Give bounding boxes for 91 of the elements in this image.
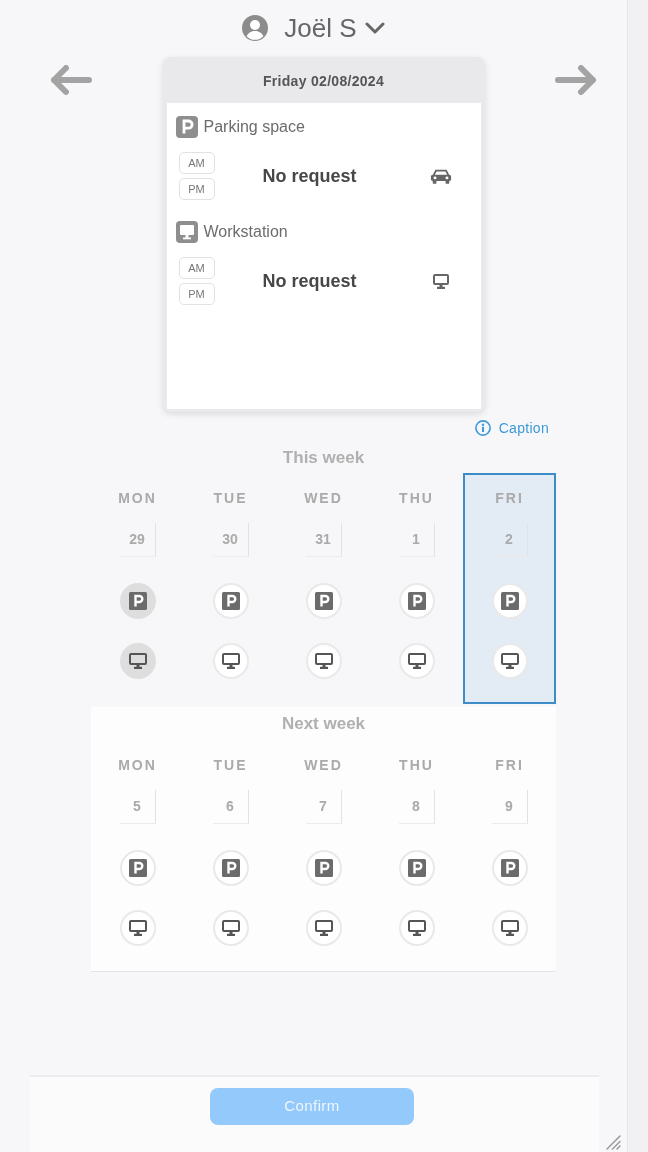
day-column[interactable]: THU 1 xyxy=(370,473,463,704)
day-label: WED xyxy=(304,756,343,774)
monitor-icon xyxy=(407,920,426,936)
parking-button[interactable] xyxy=(119,583,156,619)
monitor-icon xyxy=(128,653,147,669)
parking-button[interactable] xyxy=(491,583,528,619)
day-label: TUE xyxy=(213,756,248,774)
monitor-icon xyxy=(221,920,240,936)
date-number: 9 xyxy=(491,790,528,824)
date-number: 31 xyxy=(305,523,342,557)
info-icon xyxy=(474,420,491,436)
day-label: FRI xyxy=(495,756,524,774)
status-text: No request xyxy=(262,164,357,188)
resize-grip-icon[interactable] xyxy=(603,1132,621,1150)
parking-icon xyxy=(500,859,519,877)
caption-link[interactable]: Caption xyxy=(474,417,549,439)
slot-tag[interactable]: PM xyxy=(178,283,215,305)
monitor-icon xyxy=(500,920,519,936)
date-number: 5 xyxy=(119,790,156,824)
day-label: THU xyxy=(399,756,434,774)
monitor-icon xyxy=(314,653,333,669)
parking-button[interactable] xyxy=(491,850,528,886)
slot-tag[interactable]: PM xyxy=(178,178,215,200)
week-title: This week xyxy=(281,448,366,468)
day-column[interactable]: MON 5 xyxy=(91,740,184,971)
parking-icon xyxy=(128,859,147,877)
day-column[interactable]: TUE 6 xyxy=(184,740,277,971)
parking-button[interactable] xyxy=(119,850,156,886)
parking-icon xyxy=(314,592,333,610)
date-number: 7 xyxy=(305,790,342,824)
parking-button[interactable] xyxy=(305,583,342,619)
monitor-icon xyxy=(407,653,426,669)
workstation-button[interactable] xyxy=(491,643,528,679)
workstation-button[interactable] xyxy=(212,910,249,946)
parking-icon xyxy=(500,592,519,610)
day-label: THU xyxy=(399,489,434,507)
day-label: MON xyxy=(118,756,157,774)
section-label: Workstation xyxy=(203,222,288,242)
workstation-button[interactable] xyxy=(398,643,435,679)
day-column[interactable]: FRI 2 xyxy=(463,473,556,704)
parking-icon xyxy=(221,592,240,610)
monitor-icon xyxy=(128,920,147,936)
date-number: 29 xyxy=(119,523,156,557)
day-label: MON xyxy=(118,489,157,507)
parking-button[interactable] xyxy=(212,583,249,619)
parking-button[interactable] xyxy=(305,850,342,886)
monitor-icon xyxy=(500,653,519,669)
status-text: No request xyxy=(262,269,357,293)
day-title: Friday 02/08/2024 xyxy=(261,72,386,91)
slot-tag[interactable]: AM xyxy=(178,257,215,279)
slot-tag[interactable]: AM xyxy=(178,152,215,174)
user-menu-button[interactable]: Joël S xyxy=(284,13,385,43)
day-label: TUE xyxy=(213,489,248,507)
day-column[interactable]: WED 31 xyxy=(277,473,370,704)
parking-button[interactable] xyxy=(398,850,435,886)
monitor-icon xyxy=(221,653,240,669)
monitor-icon xyxy=(314,920,333,936)
section-label: Parking space xyxy=(203,117,305,137)
parking-icon xyxy=(221,859,240,877)
workstation-button[interactable] xyxy=(305,643,342,679)
day-column[interactable]: WED 7 xyxy=(277,740,370,971)
caret-icon xyxy=(364,22,385,34)
day-column[interactable]: THU 8 xyxy=(370,740,463,971)
workstation-button[interactable] xyxy=(212,643,249,679)
workstation-button[interactable] xyxy=(119,910,156,946)
day-column[interactable]: FRI 9 xyxy=(463,740,556,971)
car-icon xyxy=(429,168,452,184)
day-column[interactable]: TUE 30 xyxy=(184,473,277,704)
date-number: 30 xyxy=(212,523,249,557)
workstation-button[interactable] xyxy=(398,910,435,946)
avatar-icon xyxy=(242,15,269,41)
workstation-button[interactable] xyxy=(119,643,156,679)
date-number: 8 xyxy=(398,790,435,824)
date-number: 1 xyxy=(398,523,435,557)
workstation-button[interactable] xyxy=(305,910,342,946)
parking-icon xyxy=(175,116,198,138)
parking-icon xyxy=(128,592,147,610)
monitor-icon xyxy=(432,273,449,289)
parking-button[interactable] xyxy=(212,850,249,886)
day-column[interactable]: MON 29 xyxy=(91,473,184,704)
day-label: FRI xyxy=(495,489,524,507)
date-number: 2 xyxy=(491,523,528,557)
parking-icon xyxy=(407,859,426,877)
week-title: Next week xyxy=(280,714,367,734)
parking-button[interactable] xyxy=(398,583,435,619)
parking-icon xyxy=(407,592,426,610)
parking-icon xyxy=(314,859,333,877)
date-number: 6 xyxy=(212,790,249,824)
workstation-button[interactable] xyxy=(491,910,528,946)
monitor-icon xyxy=(175,221,198,243)
day-label: WED xyxy=(304,489,343,507)
